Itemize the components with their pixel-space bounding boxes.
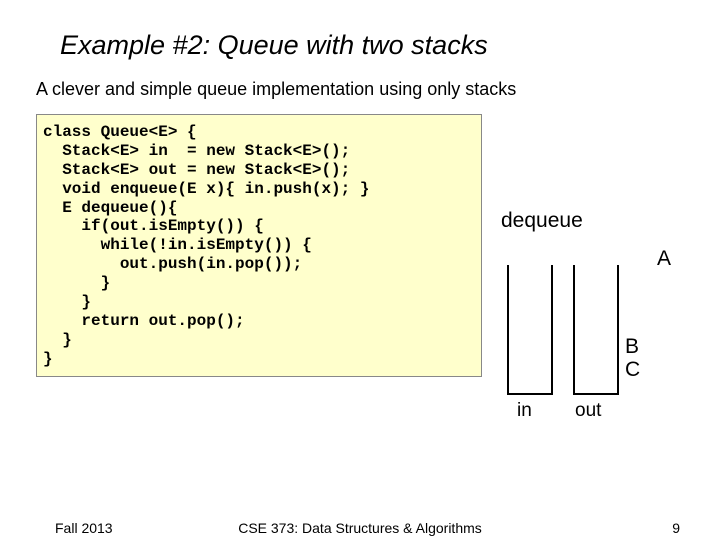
queue-diagram: dequeue A BC in out bbox=[495, 205, 695, 455]
code-block: class Queue<E> { Stack<E> in = new Stack… bbox=[36, 114, 482, 377]
in-stack-label: in bbox=[517, 400, 532, 422]
remaining-elements-label: BC bbox=[625, 335, 640, 381]
in-stack-icon bbox=[507, 265, 553, 395]
out-stack-label: out bbox=[575, 400, 601, 422]
out-stack-icon bbox=[573, 265, 619, 395]
popped-element-label: A bbox=[657, 247, 671, 271]
slide-title: Example #2: Queue with two stacks bbox=[0, 0, 720, 79]
footer-course: CSE 373: Data Structures & Algorithms bbox=[0, 520, 720, 536]
footer-page: 9 bbox=[672, 520, 680, 536]
dequeue-label: dequeue bbox=[501, 209, 583, 233]
slide-subtitle: A clever and simple queue implementation… bbox=[0, 79, 720, 114]
